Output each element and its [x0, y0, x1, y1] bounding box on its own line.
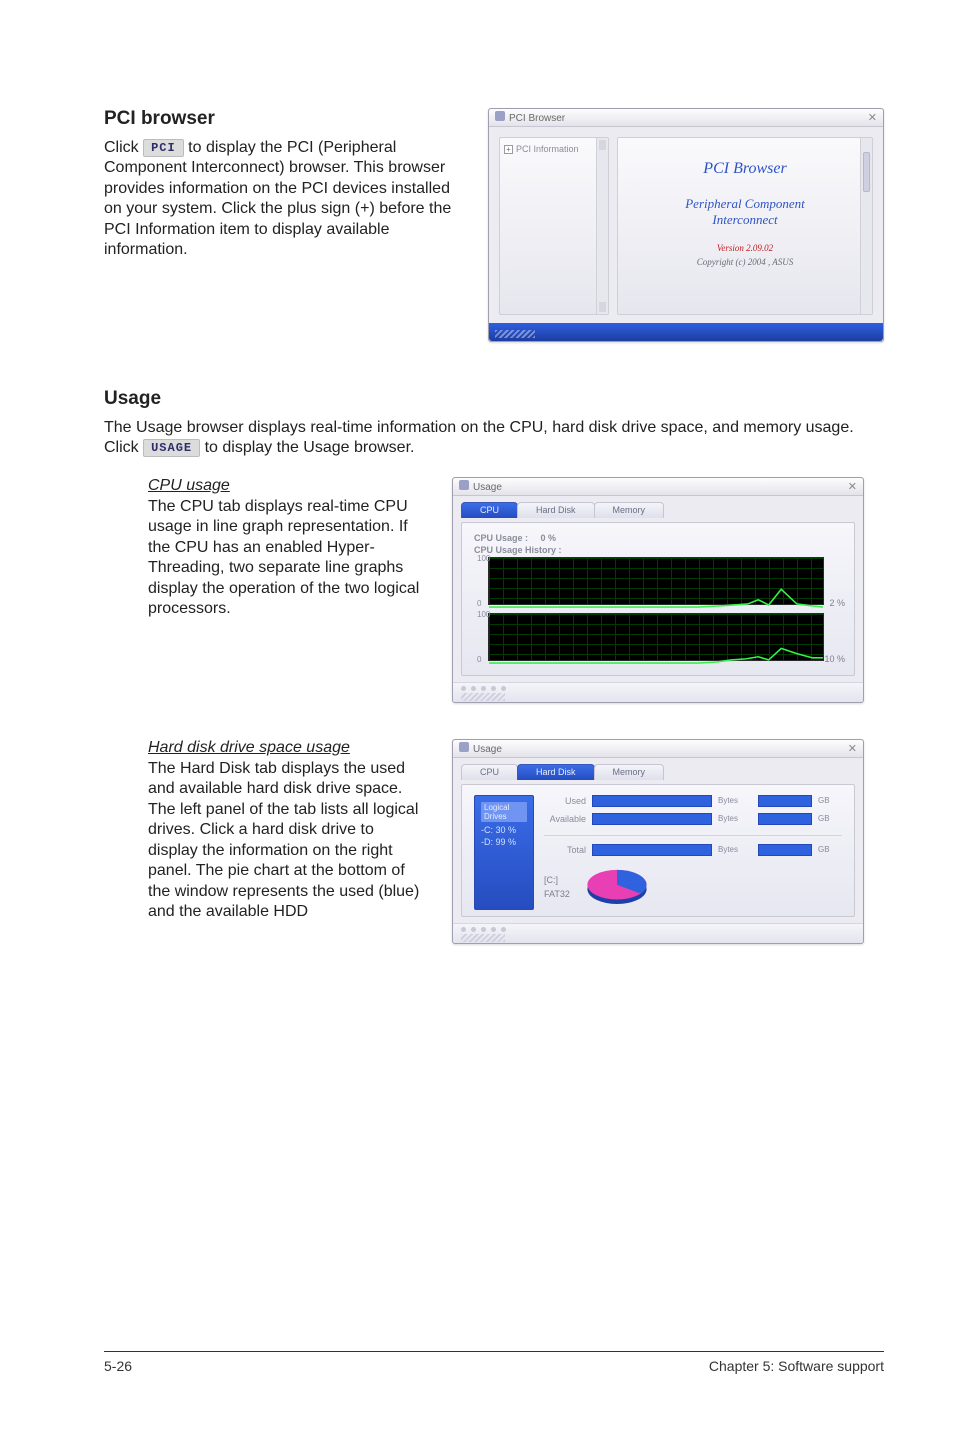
- pie-legend: [C:] FAT32: [544, 873, 570, 902]
- usage-intro: The Usage browser displays real-time inf…: [104, 418, 884, 459]
- used-label: Used: [544, 796, 586, 806]
- close-icon[interactable]: ✕: [868, 111, 877, 124]
- close-icon[interactable]: ✕: [848, 742, 857, 755]
- pie-svg: [580, 864, 654, 908]
- drive-d[interactable]: -D: 99 %: [481, 837, 527, 847]
- tab-cpu[interactable]: CPU: [461, 764, 518, 780]
- total-valbar: [758, 844, 812, 856]
- axis-0: 0: [477, 655, 481, 664]
- hd-pie-chart: [580, 864, 654, 910]
- tab-hard-disk[interactable]: Hard Disk: [517, 502, 595, 518]
- total-bar: [592, 844, 712, 856]
- total-unit: Bytes: [718, 845, 752, 854]
- app-icon: [495, 111, 505, 121]
- pci-tree-pane[interactable]: + PCI Information: [499, 137, 609, 315]
- pci-tree-item[interactable]: PCI Information: [516, 144, 579, 154]
- pci-version: Version 2.09.02: [618, 243, 872, 253]
- app-icon: [459, 480, 469, 490]
- cpu-line-2: [489, 614, 823, 664]
- drive-c[interactable]: -C: 30 %: [481, 825, 527, 835]
- avail-label: Available: [544, 814, 586, 824]
- tab-hard-disk[interactable]: Hard Disk: [517, 764, 595, 780]
- total-val: GB: [818, 845, 842, 854]
- hd-usage-window: Usage ✕ CPU Hard Disk Memory Logical Dri…: [452, 739, 864, 944]
- separator: [544, 835, 842, 836]
- cpu-window-footer: [453, 682, 863, 702]
- drive-list-header: Logical Drives: [481, 802, 527, 822]
- tab-memory[interactable]: Memory: [594, 502, 665, 518]
- cpu-window-titlebar[interactable]: Usage ✕: [453, 478, 863, 496]
- used-val: GB: [818, 796, 842, 805]
- pci-para-post: to display the PCI (Peripheral Component…: [104, 139, 451, 258]
- close-icon[interactable]: ✕: [848, 480, 857, 493]
- usage-tabs: CPU Hard Disk Memory: [461, 502, 855, 518]
- legend-fs: FAT32: [544, 887, 570, 901]
- grip-icon: [461, 934, 505, 942]
- pci-content-pane: PCI Browser Peripheral Component Interco…: [617, 137, 873, 315]
- cpu-usage-label: CPU Usage : 0 %: [474, 533, 842, 543]
- pci-window-titlebar[interactable]: PCI Browser ✕: [489, 109, 883, 127]
- row-total: Total Bytes GB: [544, 844, 842, 856]
- used-valbar: [758, 795, 812, 807]
- pci-window-title: PCI Browser: [509, 113, 565, 124]
- page-footer: 5-26 Chapter 5: Software support: [104, 1351, 884, 1374]
- tab-memory[interactable]: Memory: [594, 764, 665, 780]
- cpu-line-1: [489, 558, 823, 608]
- tree-scrollbar[interactable]: [596, 138, 608, 314]
- cpu-graph-2: 100 0 10 %: [488, 613, 824, 661]
- cpu-graph-2-pct: 10 %: [824, 654, 845, 664]
- pci-heading: PCI browser: [104, 108, 464, 130]
- scrollbar-thumb[interactable]: [863, 152, 870, 192]
- expand-icon[interactable]: +: [504, 145, 513, 154]
- cpu-usage-label-text: CPU Usage :: [474, 533, 528, 543]
- pci-sub2: Interconnect: [712, 212, 777, 227]
- app-icon: [459, 742, 469, 752]
- chapter-label: Chapter 5: Software support: [709, 1358, 884, 1374]
- usage-chip-icon: USAGE: [143, 439, 200, 457]
- tab-cpu[interactable]: CPU: [461, 502, 518, 518]
- legend-drive: [C:]: [544, 873, 570, 887]
- usage-heading: Usage: [104, 388, 884, 410]
- pci-browser-window: PCI Browser ✕ + PCI Information PCI Brow…: [488, 108, 884, 342]
- hd-window-footer: [453, 923, 863, 943]
- axis-0: 0: [477, 599, 481, 608]
- pci-content-title: PCI Browser: [618, 160, 872, 178]
- pci-sub1: Peripheral Component: [685, 196, 805, 211]
- pci-chip-icon: PCI: [143, 139, 184, 157]
- hd-window-titlebar[interactable]: Usage ✕: [453, 740, 863, 758]
- pci-paragraph: Click PCI to display the PCI (Peripheral…: [104, 138, 464, 261]
- cpu-history-label: CPU Usage History :: [474, 545, 842, 555]
- row-used: Used Bytes GB: [544, 795, 842, 807]
- total-label: Total: [544, 845, 586, 855]
- pager-dots[interactable]: [461, 927, 855, 932]
- cpu-graph-1-pct: 2 %: [829, 598, 845, 608]
- cpu-window-title: Usage: [473, 482, 502, 493]
- usage-tabs: CPU Hard Disk Memory: [461, 764, 855, 780]
- pager-dots[interactable]: [461, 686, 855, 691]
- pci-copyright: Copyright (c) 2004 , ASUS: [618, 257, 872, 267]
- hd-subheading: Hard disk drive space usage: [148, 739, 428, 757]
- avail-valbar: [758, 813, 812, 825]
- avail-val: GB: [818, 814, 842, 823]
- hd-paragraph: The Hard Disk tab displays the used and …: [148, 759, 428, 923]
- cpu-usage-value: 0 %: [541, 533, 557, 543]
- used-unit: Bytes: [718, 796, 752, 805]
- cpu-usage-window: Usage ✕ CPU Hard Disk Memory CPU Usage :…: [452, 477, 864, 703]
- avail-bar: [592, 813, 712, 825]
- page-number: 5-26: [104, 1358, 132, 1374]
- cpu-graph-1: 100 0 2 %: [488, 557, 824, 605]
- row-available: Available Bytes GB: [544, 813, 842, 825]
- pci-window-footer: [489, 323, 883, 341]
- pci-content-subtitle: Peripheral Component Interconnect: [618, 196, 872, 229]
- cpu-paragraph: The CPU tab displays real-time CPU usage…: [148, 497, 428, 620]
- grip-icon: [461, 693, 505, 701]
- drive-list: Logical Drives -C: 30 % -D: 99 %: [474, 795, 534, 910]
- avail-unit: Bytes: [718, 814, 752, 823]
- used-bar: [592, 795, 712, 807]
- content-scrollbar[interactable]: [860, 138, 872, 314]
- pci-para-pre: Click: [104, 139, 143, 156]
- usage-intro-post: to display the Usage browser.: [205, 439, 415, 456]
- hd-window-title: Usage: [473, 744, 502, 755]
- cpu-subheading: CPU usage: [148, 477, 428, 495]
